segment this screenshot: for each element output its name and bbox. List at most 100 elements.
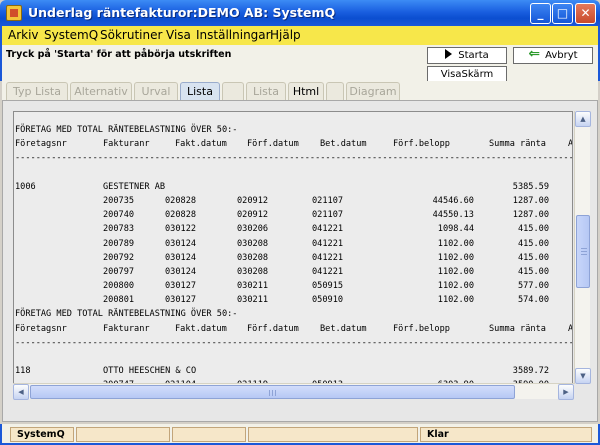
- horizontal-scroll-thumb[interactable]: [30, 385, 515, 399]
- section-heading: FÖRETAG MED TOTAL RÄNTEBELASTNING ÖVER 5…: [15, 307, 572, 321]
- menu-bar: Arkiv SystemQ Sökrutiner Visa Inställnin…: [0, 26, 600, 45]
- tab-blank-1[interactable]: [222, 82, 244, 100]
- invoice-row: 200792 030124 030208 041221 1102.00 415.00: [15, 251, 572, 265]
- menu-visa[interactable]: Visa: [166, 28, 191, 42]
- section-heading-text: FÖRETAG MED TOTAL RÄNTEBELASTNING ÖVER 5…: [15, 309, 238, 320]
- scroll-left-button[interactable]: ◀: [13, 384, 29, 400]
- tab-html[interactable]: Html: [288, 82, 324, 100]
- invoice-cell: 1102.00: [437, 252, 474, 263]
- tab-blank-2[interactable]: [326, 82, 344, 100]
- menu-hjalp[interactable]: Hjälp: [270, 28, 301, 42]
- invoice-cell: 030208: [237, 252, 269, 263]
- invoice-cell: 020828: [165, 195, 197, 206]
- invoice-cell: 1287.00: [512, 195, 549, 206]
- company-total: 5385.59: [512, 181, 549, 192]
- invoice-cell: 1102.00: [437, 266, 474, 277]
- invoice-row: 200800 030127 030211 050915 1102.00 577.00: [15, 279, 572, 293]
- invoice-cell: 1287.00: [512, 210, 549, 221]
- invoice-cell: 1102.00: [437, 281, 474, 292]
- column-header: Fakturanr: [103, 323, 150, 334]
- invoice-cell: 44546.60: [432, 195, 474, 206]
- avbryt-button[interactable]: ⇐ Avbryt: [513, 47, 593, 64]
- scroll-up-button[interactable]: ▲: [575, 111, 591, 127]
- invoice-cell: 030127: [165, 281, 197, 292]
- minimize-button[interactable]: _: [530, 3, 551, 24]
- close-button[interactable]: ✕: [575, 3, 596, 24]
- column-header: Bet.datum: [320, 323, 367, 334]
- report-text: FÖRETAG MED TOTAL RÄNTEBELASTNING ÖVER 5…: [15, 123, 573, 398]
- section-heading: FÖRETAG MED TOTAL RÄNTEBELASTNING ÖVER 5…: [15, 123, 572, 137]
- spacer-row: [15, 166, 572, 180]
- column-header: Företagsnr: [15, 323, 67, 334]
- tab-urval[interactable]: Urval: [134, 82, 178, 100]
- report-view[interactable]: FÖRETAG MED TOTAL RÄNTEBELASTNING ÖVER 5…: [13, 111, 573, 399]
- toolbar: Tryck på 'Starta' för att påbörja utskri…: [0, 45, 600, 83]
- invoice-cell: 1102.00: [437, 238, 474, 249]
- horizontal-scrollbar[interactable]: ◀ ▶: [13, 383, 574, 400]
- invoice-cell: 030124: [165, 252, 197, 263]
- invoice-cell: 020828: [165, 210, 197, 221]
- invoice-cell: 030211: [237, 281, 269, 292]
- invoice-cell: 200792: [103, 252, 135, 263]
- invoice-cell: 041221: [312, 224, 344, 235]
- play-icon: [445, 49, 453, 59]
- tab-typ-lista[interactable]: Typ Lista: [6, 82, 68, 100]
- column-header: Fakt.datum: [175, 139, 227, 150]
- company-name: GESTETNER AB: [103, 181, 166, 192]
- invoice-cell: 574.00: [517, 295, 549, 306]
- invoice-cell: 415.00: [517, 238, 549, 249]
- company-total: 3589.72: [512, 366, 549, 377]
- invoice-cell: 021107: [312, 210, 344, 221]
- invoice-cell: 577.00: [517, 281, 549, 292]
- title-bar: Underlag räntefakturor:DEMO AB: SystemQ …: [0, 0, 600, 26]
- status-cell-2: [76, 427, 170, 442]
- menu-installningar[interactable]: Inställningar: [196, 28, 271, 42]
- invoice-cell: 200740: [103, 210, 135, 221]
- visaskarm-label: VisaSkärm: [440, 69, 494, 80]
- separator-row: ----------------------------------------…: [15, 151, 572, 165]
- column-header: Bet.datum: [320, 139, 367, 150]
- tab-row: Typ Lista Alternativ Urval Lista Lista H…: [2, 81, 598, 101]
- tab-lista-2[interactable]: Lista: [246, 82, 286, 100]
- back-arrow-icon: ⇐: [528, 46, 541, 62]
- scroll-down-button[interactable]: ▼: [575, 368, 591, 384]
- vertical-scroll-thumb[interactable]: [576, 215, 590, 288]
- column-header: Företagsnr: [15, 139, 67, 150]
- invoice-cell: 021107: [312, 195, 344, 206]
- status-state: Klar: [420, 427, 592, 442]
- menu-sokrutiner[interactable]: Sökrutiner: [100, 28, 162, 42]
- invoice-cell: 030124: [165, 238, 197, 249]
- invoice-cell: 030124: [165, 266, 197, 277]
- invoice-cell: 44550.13: [432, 210, 474, 221]
- column-header-row: Företagsnr Fakturanr Fakt.datum Förf.datum B…: [15, 137, 572, 151]
- avbryt-label: Avbryt: [545, 50, 578, 61]
- starta-button[interactable]: Starta: [427, 47, 507, 64]
- separator-row: ----------------------------------------…: [15, 336, 572, 350]
- tab-alternativ[interactable]: Alternativ: [70, 82, 132, 100]
- column-header: Ar: [568, 323, 573, 334]
- invoice-cell: 050915: [312, 281, 344, 292]
- window-title: Underlag räntefakturor:DEMO AB: SystemQ: [28, 5, 336, 20]
- invoice-row: 200783 030122 030206 041221 1098.44 415.00: [15, 222, 572, 236]
- menu-systemq[interactable]: SystemQ: [44, 28, 98, 42]
- maximize-button[interactable]: □: [552, 3, 573, 24]
- invoice-row: 200801 030127 030211 050910 1102.00 574.00: [15, 293, 572, 307]
- company-row: 1006 GESTETNER AB 5385.59: [15, 180, 572, 194]
- instruction-text: Tryck på 'Starta' för att påbörja utskri…: [6, 49, 232, 60]
- status-app: SystemQ: [10, 427, 74, 442]
- status-bar: SystemQ Klar: [0, 424, 600, 445]
- invoice-cell: 030122: [165, 224, 197, 235]
- tab-diagram[interactable]: Diagram: [346, 82, 400, 100]
- menu-arkiv[interactable]: Arkiv: [8, 28, 39, 42]
- invoice-cell: 041221: [312, 252, 344, 263]
- scroll-right-button[interactable]: ▶: [558, 384, 574, 400]
- company-row: 118 OTTO HEESCHEN & CO 3589.72: [15, 364, 572, 378]
- tab-lista[interactable]: Lista: [180, 82, 220, 101]
- content-panel: FÖRETAG MED TOTAL RÄNTEBELASTNING ÖVER 5…: [2, 100, 598, 422]
- invoice-cell: 415.00: [517, 252, 549, 263]
- invoice-cell: 200789: [103, 238, 135, 249]
- invoice-cell: 020912: [237, 210, 269, 221]
- vertical-scrollbar[interactable]: ▲ ▼: [574, 111, 591, 384]
- invoice-cell: 200797: [103, 266, 135, 277]
- column-header: Fakturanr: [103, 139, 150, 150]
